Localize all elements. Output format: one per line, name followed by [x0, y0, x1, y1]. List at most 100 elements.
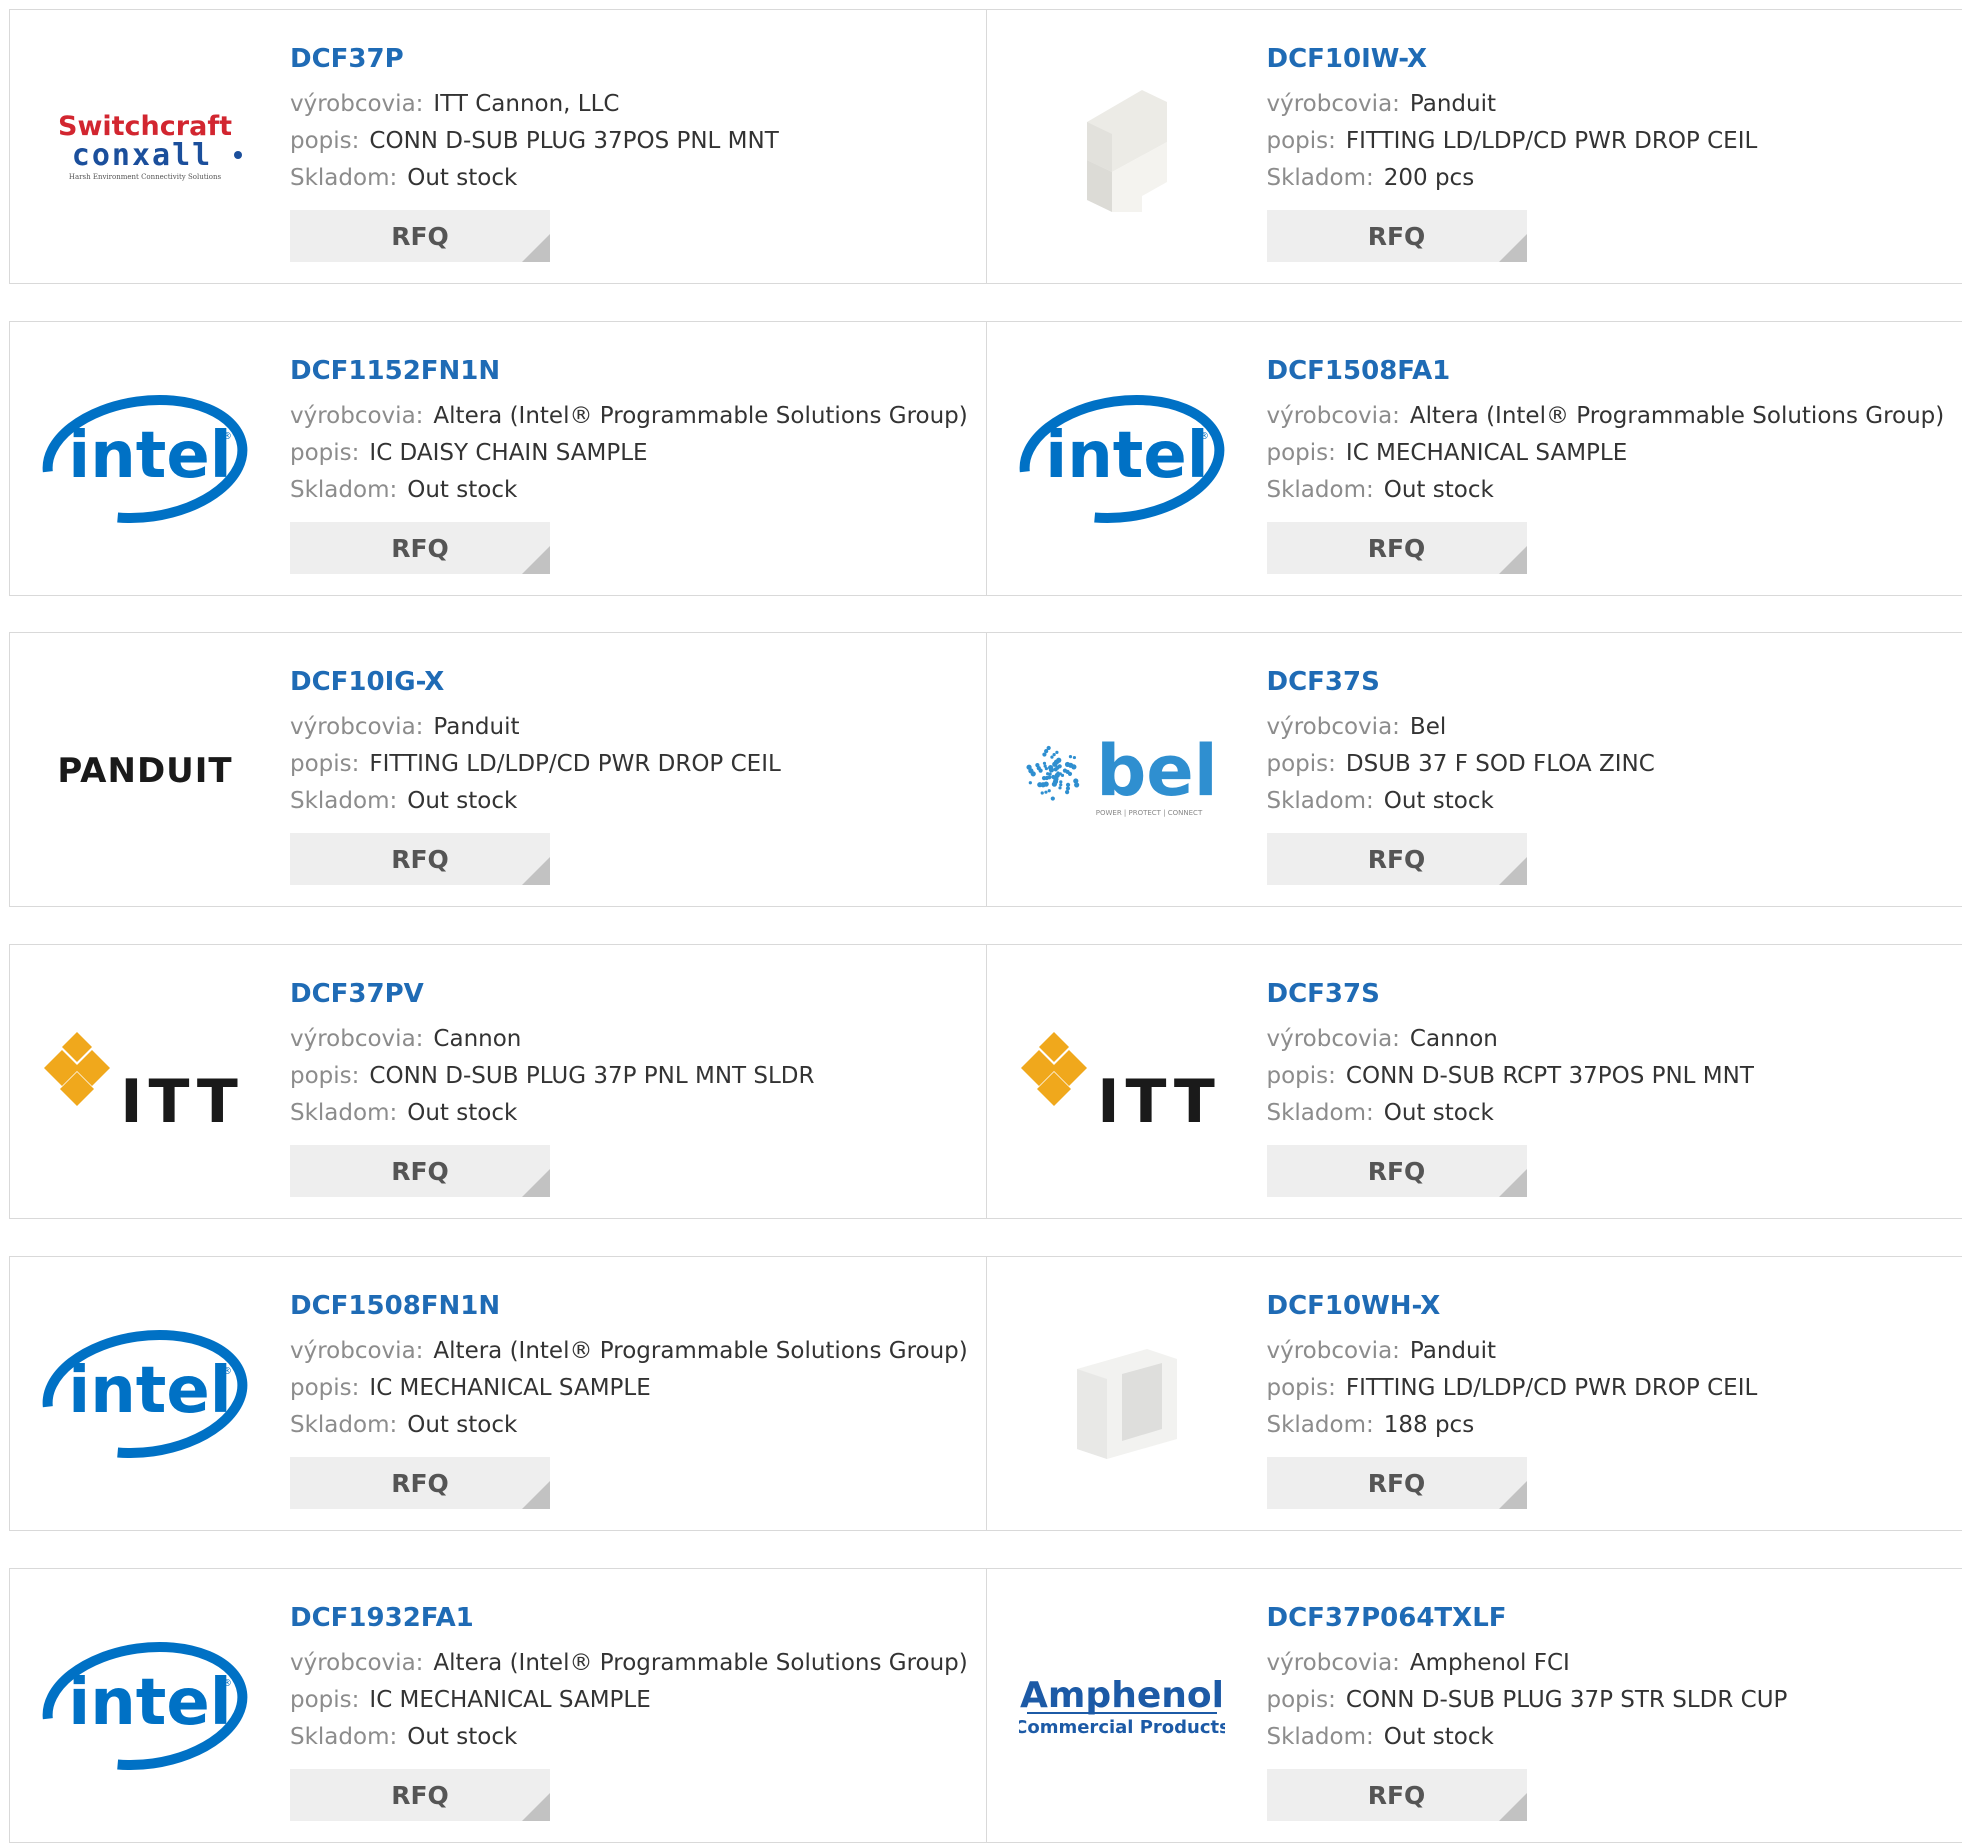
product-row: PANDUIT DCF10IG-X výrobcovia:Panduit pop…	[9, 632, 1962, 907]
description-line: popis:IC MECHANICAL SAMPLE	[290, 1682, 986, 1719]
product-info: DCF37S výrobcovia:Cannon popis:CONN D-SU…	[1267, 977, 1962, 1132]
part-number-link[interactable]: DCF37PV	[290, 977, 986, 1011]
description-line: popis:IC DAISY CHAIN SAMPLE	[290, 435, 986, 472]
part-number-link[interactable]: DCF37P064TXLF	[1267, 1601, 1962, 1635]
itt-logo[interactable]: ITT	[1017, 1007, 1227, 1157]
intel-logo[interactable]: intel ®	[40, 384, 250, 534]
rfq-button[interactable]: RFQ	[290, 833, 550, 885]
stock-value: Out stock	[1384, 1100, 1494, 1126]
stock-value: Out stock	[1384, 1724, 1494, 1750]
rfq-button[interactable]: RFQ	[1267, 1769, 1527, 1821]
description-label: popis:	[1267, 440, 1336, 466]
rfq-button[interactable]: RFQ	[1267, 210, 1527, 262]
stock-line: Skladom:Out stock	[1267, 1719, 1962, 1756]
rfq-button[interactable]: RFQ	[1267, 1145, 1527, 1197]
product-info: DCF10WH-X výrobcovia:Panduit popis:FITTI…	[1267, 1289, 1962, 1444]
manufacturer-value: Panduit	[1410, 91, 1496, 117]
manufacturer-label: výrobcovia:	[290, 1026, 423, 1052]
amphenol-logo[interactable]: Amphenol Commercial Products	[1017, 1631, 1227, 1781]
stock-line: Skladom:Out stock	[290, 1719, 986, 1756]
manufacturer-label: výrobcovia:	[290, 403, 423, 429]
manufacturer-value: Cannon	[433, 1026, 521, 1052]
stock-line: Skladom: 200 pcs	[1267, 160, 1962, 197]
rfq-button[interactable]: RFQ	[1267, 833, 1527, 885]
panduit-logo[interactable]: PANDUIT	[40, 695, 250, 845]
rfq-button[interactable]: RFQ	[290, 210, 550, 262]
svg-text:ITT: ITT	[1097, 1067, 1221, 1137]
part-number-link[interactable]: DCF10IW-X	[1267, 42, 1962, 76]
svg-text:bel: bel	[1096, 730, 1218, 812]
part-number-link[interactable]: DCF37P	[290, 42, 986, 76]
stock-value: 200 pcs	[1384, 165, 1474, 191]
product-card: bel POWER | PROTECT | CONNECT DCF37S výr…	[986, 633, 1962, 906]
rfq-button[interactable]: RFQ	[290, 522, 550, 574]
product-info: DCF1932FA1 výrobcovia:Altera (Intel® Pro…	[290, 1601, 986, 1756]
description-line: popis:FITTING LD/LDP/CD PWR DROP CEIL	[1267, 1370, 1962, 1407]
manufacturer-label: výrobcovia:	[290, 1650, 423, 1676]
intel-logo[interactable]: intel ®	[40, 1631, 250, 1781]
manufacturer-label: výrobcovia:	[1267, 1650, 1400, 1676]
part-number-link[interactable]: DCF10IG-X	[290, 665, 986, 699]
manufacturer-line: výrobcovia:Panduit	[1267, 1333, 1962, 1370]
intel-logo[interactable]: intel ®	[1017, 384, 1227, 534]
stock-label: Skladom:	[1267, 1100, 1374, 1126]
manufacturer-line: výrobcovia:Altera (Intel® Programmable S…	[290, 1333, 986, 1370]
bel-logo[interactable]: bel POWER | PROTECT | CONNECT	[1017, 695, 1227, 845]
stock-line: Skladom:Out stock	[290, 160, 986, 197]
description-value: IC MECHANICAL SAMPLE	[369, 1687, 650, 1713]
itt-logo[interactable]: ITT	[40, 1007, 250, 1157]
description-line: popis:CONN D-SUB RCPT 37POS PNL MNT	[1267, 1058, 1962, 1095]
rfq-button[interactable]: RFQ	[290, 1457, 550, 1509]
part-number-link[interactable]: DCF37S	[1267, 665, 1962, 699]
stock-label: Skladom:	[290, 1100, 397, 1126]
manufacturer-label: výrobcovia:	[1267, 403, 1400, 429]
stock-value: Out stock	[407, 788, 517, 814]
switchcraft-conxall-logo[interactable]: Switchcraft conxall Harsh Environment Co…	[40, 72, 250, 222]
description-line: popis:FITTING LD/LDP/CD PWR DROP CEIL	[1267, 123, 1962, 160]
svg-text:Amphenol: Amphenol	[1020, 1675, 1224, 1716]
description-value: CONN D-SUB RCPT 37POS PNL MNT	[1346, 1063, 1754, 1089]
description-value: CONN D-SUB PLUG 37P PNL MNT SLDR	[369, 1063, 814, 1089]
stock-label: Skladom:	[1267, 1412, 1374, 1438]
part-number-link[interactable]: DCF1508FN1N	[290, 1289, 986, 1323]
stock-value: Out stock	[1384, 788, 1494, 814]
part-number-link[interactable]: DCF37S	[1267, 977, 1962, 1011]
product-row: intel ® DCF1508FN1N výrobcovia:Altera (I…	[9, 1256, 1962, 1531]
part-number-link[interactable]: DCF1152FN1N	[290, 354, 986, 388]
description-label: popis:	[1267, 1375, 1336, 1401]
product-card: intel ® DCF1508FA1 výrobcovia: Altera (In…	[986, 322, 1962, 595]
stock-label: Skladom:	[290, 788, 397, 814]
part-number-link[interactable]: DCF1932FA1	[290, 1601, 986, 1635]
rfq-button[interactable]: RFQ	[1267, 1457, 1527, 1509]
stock-value: Out stock	[407, 477, 517, 503]
product-photo-ceiling-drop-logo[interactable]	[1017, 72, 1227, 222]
product-info: DCF1508FA1 výrobcovia: Altera (Intel® Pro…	[1267, 354, 1962, 509]
manufacturer-label: výrobcovia:	[1267, 91, 1400, 117]
manufacturer-value: Altera (Intel® Programmable Solutions Gr…	[433, 1338, 967, 1364]
part-number-link[interactable]: DCF1508FA1	[1267, 354, 1962, 388]
product-photo-end-cap-logo[interactable]	[1017, 1319, 1227, 1469]
manufacturer-value: Altera (Intel® Programmable Solutions Gr…	[433, 403, 967, 429]
description-line: popis: IC MECHANICAL SAMPLE	[1267, 435, 1962, 472]
rfq-button[interactable]: RFQ	[1267, 522, 1527, 574]
description-label: popis:	[290, 128, 359, 154]
intel-logo[interactable]: intel ®	[40, 1319, 250, 1469]
part-number-link[interactable]: DCF10WH-X	[1267, 1289, 1962, 1323]
manufacturer-value: Altera (Intel® Programmable Solutions Gr…	[1410, 403, 1944, 429]
stock-label: Skladom:	[1267, 165, 1374, 191]
description-value: CONN D-SUB PLUG 37POS PNL MNT	[369, 128, 778, 154]
product-row: Switchcraft conxall Harsh Environment Co…	[9, 9, 1962, 284]
rfq-button[interactable]: RFQ	[290, 1769, 550, 1821]
description-value: FITTING LD/LDP/CD PWR DROP CEIL	[369, 751, 780, 777]
description-label: popis:	[1267, 1687, 1336, 1713]
svg-text:intel: intel	[68, 1666, 231, 1740]
manufacturer-line: výrobcovia:Cannon	[1267, 1021, 1962, 1058]
stock-value: Out stock	[1384, 477, 1494, 503]
stock-label: Skladom:	[290, 477, 397, 503]
svg-text:intel: intel	[68, 1354, 231, 1428]
description-label: popis:	[290, 751, 359, 777]
stock-value: Out stock	[407, 1724, 517, 1750]
stock-line: Skladom: Out stock	[1267, 1095, 1962, 1132]
description-value: IC MECHANICAL SAMPLE	[1346, 440, 1627, 466]
rfq-button[interactable]: RFQ	[290, 1145, 550, 1197]
